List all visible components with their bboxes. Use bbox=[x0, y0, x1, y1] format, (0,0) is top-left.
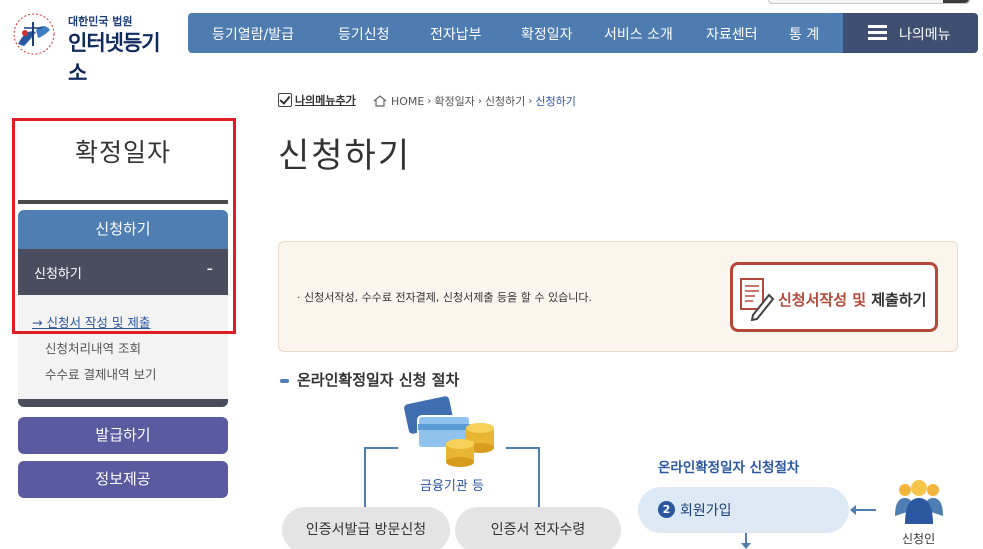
document-pen-icon bbox=[740, 278, 775, 321]
arrow-down-icon bbox=[741, 533, 751, 549]
nav-fixed-date[interactable]: 확정일자 bbox=[521, 24, 573, 44]
info-description: · 신청서작성, 수수료 전자결제, 신청서제출 등을 할 수 있습니다. bbox=[297, 291, 592, 304]
nav-registry-view[interactable]: 등기열람/발급 bbox=[212, 24, 294, 44]
breadcrumb-level1[interactable]: 확정일자 bbox=[434, 93, 474, 109]
breadcrumb-current: 신청하기 bbox=[535, 95, 576, 108]
cert-visit-apply-step: 인증서발급 방문신청 bbox=[282, 507, 450, 549]
chevron-right-icon: › bbox=[427, 95, 432, 107]
flow-connector-right bbox=[506, 447, 540, 507]
my-menu-label: 나의메뉴 bbox=[899, 27, 951, 43]
step-signup-label: 회원가입 bbox=[680, 503, 732, 519]
bank-label: 금융기관 등 bbox=[420, 479, 484, 494]
top-utility-strip bbox=[768, 0, 970, 4]
page-title: 신청하기 bbox=[278, 136, 412, 176]
nav-registry-apply[interactable]: 등기신청 bbox=[338, 24, 390, 44]
breadcrumb-home[interactable]: HOME bbox=[391, 95, 424, 108]
applicant-people-icon bbox=[895, 480, 943, 524]
applicant-label: 신청인 bbox=[902, 532, 936, 546]
logo-title: 인터넷등기소 bbox=[68, 31, 161, 85]
breadcrumb-level2[interactable]: 신청하기 bbox=[485, 93, 525, 109]
sidebar-item-info[interactable]: 정보제공 bbox=[18, 461, 228, 498]
sidebar-item-issue[interactable]: 발급하기 bbox=[18, 417, 228, 454]
add-my-menu-button[interactable]: 나의메뉴추가 bbox=[278, 92, 356, 108]
my-menu-button[interactable]: 나의메뉴 bbox=[843, 13, 978, 53]
nav-service-intro[interactable]: 서비스 소개 bbox=[604, 24, 673, 44]
nav-statistics[interactable]: 통 계 bbox=[789, 24, 819, 44]
sidebar-link-status[interactable]: 신청처리내역 조회 bbox=[45, 338, 141, 357]
info-box: · 신청서작성, 수수료 전자결제, 신청서제출 등을 할 수 있습니다. 신청… bbox=[278, 241, 958, 352]
step-signup: 2 회원가입 bbox=[638, 487, 849, 533]
cert-receive-step: 인증서 전자수령 bbox=[455, 507, 621, 549]
nav-data-center[interactable]: 자료센터 bbox=[706, 24, 758, 44]
global-nav: 등기열람/발급 등기신청 전자납부 확정일자 서비스 소개 자료센터 통 계 bbox=[188, 13, 843, 53]
sidebar-link-fee-history[interactable]: 수수료 결제내역 보기 bbox=[45, 364, 156, 383]
write-submit-label-red: 신청서작성 및 bbox=[778, 291, 867, 309]
step-number-badge: 2 bbox=[658, 501, 675, 518]
sidebar-list-footer bbox=[18, 399, 228, 407]
checkbox-icon bbox=[278, 93, 292, 107]
write-submit-label-dark: 제출하기 bbox=[866, 291, 927, 309]
bullet-icon bbox=[280, 378, 289, 383]
court-emblem-icon bbox=[13, 13, 55, 55]
nav-e-payment[interactable]: 전자납부 bbox=[430, 24, 482, 44]
site-logo[interactable]: 대한민국 법원 인터넷등기소 bbox=[6, 8, 176, 85]
home-icon bbox=[373, 95, 387, 107]
chevron-right-icon: › bbox=[477, 95, 482, 107]
procedure-title: 온라인확정일자 신청절차 bbox=[658, 460, 800, 476]
arrow-left-icon bbox=[850, 505, 876, 515]
flow-connector-left bbox=[364, 447, 398, 507]
write-submit-button[interactable]: 신청서작성 및 제출하기 bbox=[730, 262, 938, 332]
chevron-right-icon: › bbox=[528, 95, 533, 107]
section-title: 온라인확정일자 신청 절차 bbox=[280, 369, 459, 390]
highlight-box bbox=[12, 118, 236, 334]
bank-cards-coins-icon bbox=[404, 396, 494, 467]
hamburger-icon bbox=[868, 25, 887, 40]
